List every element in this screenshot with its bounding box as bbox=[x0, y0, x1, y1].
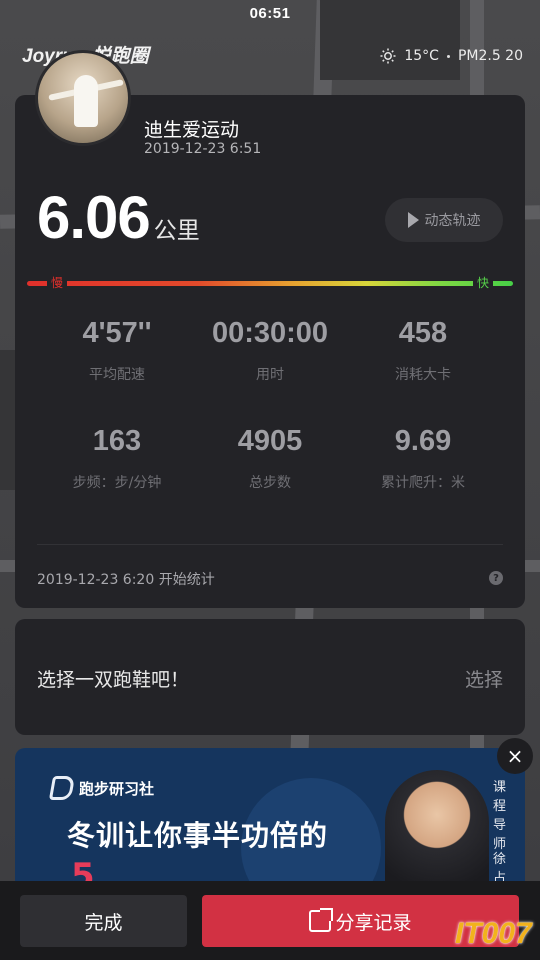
dynamic-track-button[interactable]: 动态轨迹 bbox=[385, 198, 503, 242]
shoe-select-button[interactable]: 选择 bbox=[465, 665, 503, 692]
ad-headline: 冬训让你事半功倍的 bbox=[67, 819, 329, 852]
run-summary-card: 迪生爱运动 2019-12-23 6:51 6.06 公里 动态轨迹 慢 快 4… bbox=[15, 95, 525, 608]
avatar-figure bbox=[74, 75, 98, 127]
stat-label: 总步数 bbox=[249, 475, 291, 491]
distance-display: 6.06 公里 bbox=[37, 183, 200, 252]
shoe-prompt: 选择一双跑鞋吧！ bbox=[37, 669, 190, 691]
distance-value: 6.06 bbox=[37, 184, 151, 251]
stat-label: 步频：步/分钟 bbox=[72, 475, 162, 491]
stat-value: 163 bbox=[92, 425, 142, 457]
stat-cadence: 163 步频：步/分钟 bbox=[32, 425, 202, 492]
share-record-label: 分享记录 bbox=[335, 911, 412, 934]
user-name: 迪生爱运动 bbox=[144, 119, 240, 141]
divider bbox=[37, 544, 503, 545]
distance-unit: 公里 bbox=[153, 218, 200, 244]
sun-icon bbox=[380, 48, 396, 64]
stat-duration: 00:30:00 用时 bbox=[185, 317, 355, 384]
close-ad-button[interactable]: × bbox=[497, 738, 533, 774]
air-quality: PM2.5 20 bbox=[457, 48, 523, 64]
close-icon: × bbox=[506, 744, 524, 768]
stat-value: 458 bbox=[398, 317, 448, 349]
user-avatar[interactable] bbox=[35, 50, 131, 146]
share-icon bbox=[309, 908, 334, 932]
help-icon[interactable]: ? bbox=[489, 571, 503, 585]
stat-calories: 458 消耗大卡 bbox=[338, 317, 508, 384]
separator-dot bbox=[446, 54, 450, 58]
running-logo-icon bbox=[48, 776, 76, 800]
done-button[interactable]: 完成 bbox=[20, 895, 187, 947]
temperature: 15°C bbox=[404, 48, 439, 64]
stat-avg-pace: 4'57'' 平均配速 bbox=[32, 317, 202, 384]
pace-gradient-bar: 慢 快 bbox=[27, 274, 513, 291]
weather-info: 15°C PM2.5 20 bbox=[380, 48, 523, 64]
ad-vertical-text: 课程导师 bbox=[493, 780, 507, 852]
pace-gradient-line bbox=[27, 281, 513, 286]
stat-label: 平均配速 bbox=[89, 367, 145, 383]
stat-label: 消耗大卡 bbox=[395, 367, 451, 383]
dynamic-track-label: 动态轨迹 bbox=[424, 213, 481, 229]
pace-fast-label: 快 bbox=[472, 274, 493, 291]
stat-value: 9.69 bbox=[394, 425, 452, 457]
finish-time: 2019-12-23 6:51 bbox=[144, 141, 262, 157]
ad-logo: 跑步研习社 bbox=[48, 776, 155, 800]
stat-value: 4'57'' bbox=[82, 317, 152, 349]
pace-slow-label: 慢 bbox=[47, 274, 68, 291]
ad-logo-text: 跑步研习社 bbox=[79, 779, 155, 798]
stat-elevation-gain: 9.69 累计爬升：米 bbox=[338, 425, 508, 492]
shoe-select-card[interactable]: 选择一双跑鞋吧！ 选择 bbox=[15, 619, 525, 735]
stat-label: 累计爬升：米 bbox=[381, 475, 465, 491]
ad-instructor-photo bbox=[385, 770, 489, 898]
stat-total-steps: 4905 总步数 bbox=[185, 425, 355, 492]
status-bar-time: 06:51 bbox=[249, 5, 291, 22]
play-icon bbox=[407, 212, 419, 228]
stat-value: 4905 bbox=[237, 425, 303, 457]
start-info: 2019-12-23 6:20 开始统计 bbox=[37, 572, 215, 588]
ad-banner[interactable]: 跑步研习社 冬训让你事半功倍的 5 课程导师 徐占 bbox=[15, 748, 525, 898]
stat-value: 00:30:00 bbox=[211, 317, 329, 349]
site-watermark: IT007 bbox=[455, 917, 532, 950]
stat-label: 用时 bbox=[256, 367, 284, 383]
